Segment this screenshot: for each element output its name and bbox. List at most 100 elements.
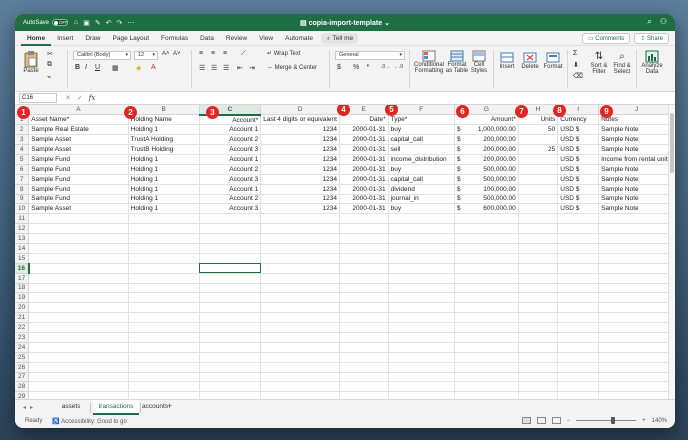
cell-A17[interactable] [28,273,129,284]
cell-H14[interactable] [518,243,559,254]
cell-I3[interactable]: USD $ [557,134,600,146]
cell-C21[interactable] [199,312,262,324]
cell-G19[interactable] [454,292,519,304]
cancel-icon[interactable]: ✕ [65,94,71,102]
cell-G23[interactable] [454,332,519,343]
cell-D13[interactable] [260,233,340,244]
row-header[interactable]: 22 [15,322,30,333]
cell-H16[interactable] [518,263,559,274]
align-center-icon[interactable]: ☰ [211,64,217,72]
cell-F21[interactable] [388,312,455,324]
zoom-slider[interactable] [576,417,637,424]
cell-H8[interactable] [518,184,559,195]
cell-F18[interactable] [388,283,455,294]
row-header[interactable]: 26 [15,362,30,373]
tab-scroll-arrows[interactable]: ◂▸ [23,404,37,411]
cell-G22[interactable] [454,322,519,333]
cell-E26[interactable] [339,362,389,373]
conditional-formatting-button[interactable]: Conditional Formatting [413,50,445,74]
cell-A24[interactable] [28,342,129,353]
cell-A4[interactable]: Sample Asset [28,144,129,155]
cell-A25[interactable] [28,352,129,363]
cell-H2[interactable]: 50 [518,124,559,136]
cell-B6[interactable]: Holding 1 [128,164,200,175]
cell-E8[interactable]: 2000-01-31 [339,184,389,195]
cell-F23[interactable] [388,332,455,343]
cell-F8[interactable]: dividend [388,184,455,195]
cell-G26[interactable] [454,362,519,373]
row-header[interactable]: 14 [15,243,30,254]
cell-E19[interactable] [339,292,389,304]
cell-I2[interactable]: USD $ [557,124,600,136]
cell-F6[interactable]: buy [388,164,455,175]
cell-G3[interactable]: $200,000.00 [454,134,519,146]
cell-B24[interactable] [128,342,200,353]
cell-I19[interactable] [557,292,600,304]
cell-J22[interactable] [598,322,675,333]
cell-D10[interactable]: 1234 [260,203,340,215]
cell-B8[interactable]: Holding 1 [128,184,200,195]
cell-styles-button[interactable]: Cell Styles [469,50,489,74]
row-header[interactable]: 6 [15,164,30,175]
italic-icon[interactable]: I [85,64,87,71]
cell-C19[interactable] [199,292,262,304]
cell-H12[interactable] [518,223,559,235]
cell-C3[interactable]: Account 2 [199,134,262,146]
row-header[interactable]: 11 [15,213,30,225]
cell-I23[interactable] [557,332,600,343]
row-header[interactable]: 18 [15,283,30,294]
cell-F9[interactable]: journal_in [388,194,455,205]
cell-I29[interactable] [557,391,600,399]
cell-H9[interactable] [518,194,559,205]
save-icon[interactable]: ▣ [83,19,90,27]
number-format-dropdown[interactable]: General [335,51,405,60]
cell-B25[interactable] [128,352,200,363]
cell-I25[interactable] [557,352,600,363]
find-select-button[interactable]: ⌕ Find & Select [611,50,633,75]
row-header[interactable]: 9 [15,194,30,205]
cell-E1[interactable]: Date* [339,114,389,126]
cell-F2[interactable]: buy [388,124,455,136]
cell-F13[interactable] [388,233,455,244]
sheet-tab-transactions[interactable]: transactions [93,400,139,415]
cell-A22[interactable] [28,322,129,333]
cell-J29[interactable] [598,391,675,399]
tab-view[interactable]: View [253,31,279,46]
cell-I10[interactable]: USD $ [557,203,600,215]
cell-F24[interactable] [388,342,455,353]
cell-A1[interactable]: Asset Name* [28,114,129,126]
cell-B23[interactable] [128,332,200,343]
cell-E28[interactable] [339,381,389,393]
cell-A12[interactable] [28,223,129,235]
cell-H28[interactable] [518,381,559,393]
cell-H10[interactable] [518,203,559,215]
worksheet-grid[interactable]: A B C D E F G H I J 1 Asset Name* Holdin… [15,105,675,399]
cell-E15[interactable] [339,253,389,264]
decrease-indent-icon[interactable]: ⇤ [237,64,243,72]
cell-F29[interactable] [388,391,455,399]
cell-I14[interactable] [557,243,600,254]
cell-F15[interactable] [388,253,455,264]
cell-G13[interactable] [454,233,519,244]
cell-C26[interactable] [199,362,262,373]
cell-D28[interactable] [260,381,340,393]
cell-C29[interactable] [199,391,262,399]
align-left-icon[interactable]: ☰ [199,64,205,72]
sort-filter-button[interactable]: ⇅ Sort & Filter [588,50,610,75]
cell-F10[interactable]: buy [388,203,455,215]
cell-D9[interactable]: 1234 [260,194,340,205]
tab-formulas[interactable]: Formulas [155,31,194,46]
row-header[interactable]: 23 [15,332,30,343]
row-header[interactable]: 15 [15,253,30,264]
zoom-slider-thumb[interactable] [610,417,615,424]
cell-A18[interactable] [28,283,129,294]
cell-B21[interactable] [128,312,200,324]
cell-A9[interactable]: Sample Fund [28,194,129,205]
cell-E29[interactable] [339,391,389,399]
cell-A6[interactable]: Sample Fund [28,164,129,175]
cell-E21[interactable] [339,312,389,324]
cell-I18[interactable] [557,283,600,294]
cell-F19[interactable] [388,292,455,304]
row-header[interactable]: 4 [15,144,30,155]
cell-D29[interactable] [260,391,340,399]
